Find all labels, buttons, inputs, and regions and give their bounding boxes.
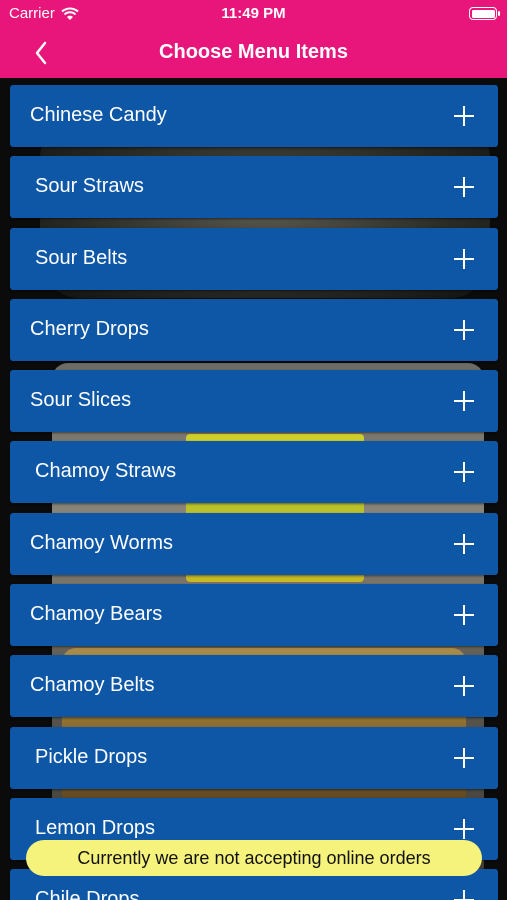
menu-item[interactable]: Sour Straws	[10, 156, 498, 218]
plus-icon[interactable]	[454, 249, 474, 269]
menu-item-label: Chamoy Straws	[35, 460, 177, 482]
menu-item-label: Chinese Candy	[30, 104, 167, 126]
menu-item[interactable]: Chamoy Bears	[10, 584, 498, 646]
plus-icon[interactable]	[454, 320, 474, 340]
menu-item-label: Sour Belts	[35, 247, 128, 269]
menu-item[interactable]: Pickle Drops	[10, 727, 498, 789]
menu-item[interactable]: Chamoy Belts	[10, 655, 498, 717]
plus-icon[interactable]	[454, 890, 474, 900]
menu-item-label: Chile Drops	[35, 888, 140, 900]
plus-icon[interactable]	[454, 106, 474, 126]
menu-item-label: Lemon Drops	[35, 817, 156, 839]
menu-item[interactable]: Chamoy Worms	[10, 513, 498, 575]
status-bar: Carrier 11:49 PM	[0, 0, 507, 28]
plus-icon[interactable]	[454, 462, 474, 482]
plus-icon[interactable]	[454, 605, 474, 625]
plus-icon[interactable]	[454, 748, 474, 768]
plus-icon[interactable]	[454, 534, 474, 554]
menu-item[interactable]: Sour Belts	[10, 228, 498, 290]
battery-icon	[469, 7, 500, 20]
menu-item[interactable]: Chinese Candy	[10, 85, 498, 147]
menu-content: Chinese Candy Sour Straws Sour Belts Che…	[0, 78, 507, 900]
menu-item[interactable]: Chamoy Straws	[10, 441, 498, 503]
page-title: Choose Menu Items	[159, 41, 348, 63]
plus-icon[interactable]	[454, 819, 474, 839]
menu-item-label: Pickle Drops	[35, 746, 148, 768]
menu-item-label: Chamoy Worms	[30, 532, 173, 554]
menu-item-label: Sour Straws	[35, 175, 144, 197]
status-time: 11:49 PM	[221, 5, 286, 22]
menu-item[interactable]: Sour Slices	[10, 370, 498, 432]
plus-icon[interactable]	[454, 177, 474, 197]
plus-icon[interactable]	[454, 676, 474, 696]
menu-item-label: Chamoy Bears	[30, 603, 163, 625]
plus-icon[interactable]	[454, 391, 474, 411]
menu-item-label: Chamoy Belts	[30, 674, 155, 696]
nav-bar: Choose Menu Items	[0, 28, 507, 78]
menu-item[interactable]: Cherry Drops	[10, 299, 498, 361]
menu-item-label: Sour Slices	[30, 389, 132, 411]
menu-item-label: Cherry Drops	[30, 318, 149, 340]
order-status-toast: Currently we are not accepting online or…	[26, 840, 482, 876]
